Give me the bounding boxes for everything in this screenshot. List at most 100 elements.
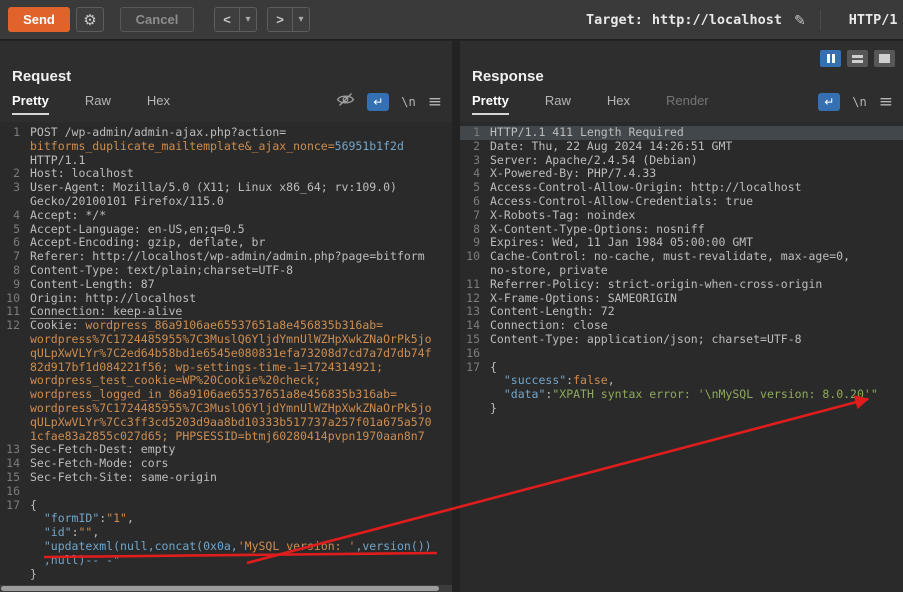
line-number: [0, 374, 30, 388]
code-row: 7 Referer: http://localhost/wp-admin/admi…: [0, 249, 452, 264]
layout-single-button[interactable]: [874, 50, 895, 67]
code-segment: X-Robots-Tag: noindex: [490, 208, 636, 222]
soft-wrap-toggle-icon[interactable]: ↵: [367, 93, 390, 111]
soft-wrap-toggle-icon[interactable]: ↵: [818, 93, 841, 111]
code-segment: wordpress%7C1724485955%7C3MuslQ6YljdYmnU…: [30, 401, 432, 415]
settings-button[interactable]: ⚙: [76, 7, 104, 32]
code-row: wordpress%7C1724485955%7C3MuslQ6YljdYmnU…: [0, 402, 452, 416]
code-line-text: Gecko/20100101 Firefox/115.0: [30, 195, 452, 209]
line-number: 8: [473, 221, 480, 236]
code-line-text: Accept-Encoding: gzip, deflate, br: [30, 236, 452, 250]
code-line-text: User-Agent: Mozilla/5.0 (X11; Linux x86_…: [30, 181, 452, 195]
response-editor[interactable]: 1 HTTP/1.1 411 Length Required 2 Date: Thu,…: [460, 122, 903, 592]
scrollbar-thumb[interactable]: [1, 586, 440, 591]
line-number: 6: [473, 193, 480, 208]
code-line-text: X-Robots-Tag: noindex: [490, 209, 903, 223]
code-row: 1 HTTP/1.1 411 Length Required: [460, 125, 903, 140]
code-line-text: Access-Control-Allow-Origin: http://loca…: [490, 181, 903, 195]
back-button[interactable]: <: [214, 7, 240, 32]
response-tab-hex[interactable]: Hex: [607, 93, 630, 113]
request-tab-hex[interactable]: Hex: [147, 93, 170, 113]
code-segment: Cache-Control: no-cache, must-revalidate…: [490, 250, 851, 264]
code-segment: ,: [92, 526, 100, 540]
line-number: 15: [466, 331, 480, 346]
code-row: Gecko/20100101 Firefox/115.0: [0, 195, 452, 209]
forward-button[interactable]: >: [267, 7, 293, 32]
code-segment: }: [30, 567, 37, 581]
code-segment: qULpXwVLYr%7C2ed64b58bd1e6545e080831efa7…: [30, 346, 432, 360]
code-segment: User-Agent: Mozilla/5.0 (X11; Linux x86_…: [30, 181, 397, 195]
code-segment: 82d917bf1d084221f56; wp-settings-time-1=…: [30, 360, 384, 374]
code-row: "formID":"1",: [0, 512, 452, 526]
columns-icon: [831, 54, 835, 63]
send-button[interactable]: Send: [8, 7, 70, 32]
line-number: 5: [473, 180, 480, 195]
response-tab-pretty[interactable]: Pretty: [472, 93, 509, 115]
code-row: qULpXwVLYr%7Cc3ff3cd5203d9aa8bd10333b517…: [0, 416, 452, 430]
cancel-button[interactable]: Cancel: [120, 7, 194, 32]
code-line-text: Cookie: wordpress_86a9106ae65537651a8e45…: [30, 319, 452, 333]
code-row: 11 Referrer-Policy: strict-origin-when-cr…: [460, 277, 903, 292]
code-line-text: Content-Length: 87: [30, 278, 452, 292]
code-row: 4 X-Powered-By: PHP/7.4.33: [460, 167, 903, 181]
request-editor[interactable]: 1 POST /wp-admin/admin-ajax.php?action= bi…: [0, 122, 452, 585]
code-segment: Referer: http://localhost/wp-admin/admin…: [30, 250, 425, 264]
code-row: 15 Content-Type: application/json; charse…: [460, 331, 903, 347]
editor-menu-icon[interactable]: ≡: [879, 92, 893, 112]
code-line-text: Referrer-Policy: strict-origin-when-cros…: [490, 278, 903, 292]
line-number: 14: [6, 456, 20, 471]
line-number: [0, 347, 30, 361]
code-segment: wordpress_86a9106ae65537651a8e456835b316…: [85, 319, 384, 333]
code-row: 8 Content-Type: text/plain;charset=UTF-8: [0, 262, 452, 278]
newline-toggle-icon[interactable]: \n: [852, 95, 866, 109]
code-segment: Accept-Encoding: gzip, deflate, br: [30, 236, 266, 250]
response-tab-render[interactable]: Render: [666, 93, 709, 113]
line-number: 9: [473, 235, 480, 250]
line-number: 12: [466, 290, 480, 305]
line-number: 8: [13, 262, 20, 277]
code-row: }: [460, 402, 903, 416]
code-line-text: POST /wp-admin/admin-ajax.php?action=: [30, 126, 452, 140]
target-value: http://localhost: [651, 12, 782, 28]
code-segment: "1": [106, 512, 127, 526]
http-version-selector[interactable]: HTTP/1: [849, 12, 898, 28]
code-segment: :: [71, 526, 79, 540]
request-tab-pretty[interactable]: Pretty: [12, 93, 49, 115]
code-line-text: Accept-Language: en-US,en;q=0.5: [30, 223, 452, 237]
code-line-text: X-Frame-Options: SAMEORIGIN: [490, 292, 903, 306]
newline-toggle-icon[interactable]: \n: [401, 95, 415, 109]
line-number: 17: [466, 359, 480, 374]
code-row: 9 Content-Length: 87: [0, 277, 452, 292]
line-number: [460, 402, 490, 416]
code-row: 3 User-Agent: Mozilla/5.0 (X11; Linux x86…: [0, 180, 452, 195]
layout-rows-button[interactable]: [847, 50, 868, 67]
code-line-text: qULpXwVLYr%7Cc3ff3cd5203d9aa8bd10333b517…: [30, 416, 452, 430]
code-row: wordpress_logged_in_86a9106ae65537651a8e…: [0, 388, 452, 402]
edit-target-pencil-icon[interactable]: ✎: [794, 12, 806, 29]
line-number: 2: [473, 138, 480, 153]
back-dropdown-button[interactable]: ▾: [240, 7, 257, 32]
horizontal-scrollbar[interactable]: [0, 585, 452, 592]
code-line-text: "formID":"1",: [30, 512, 452, 526]
burp-repeater-window: Send ⚙ Cancel < ▾ > ▾ Target: http://loc…: [0, 0, 903, 592]
response-tab-raw[interactable]: Raw: [545, 93, 571, 113]
code-segment: "data": [503, 388, 546, 402]
code-segment: qULpXwVLYr%7Cc3ff3cd5203d9aa8bd10333b517…: [30, 415, 432, 429]
code-line-text: Sec-Fetch-Dest: empty: [30, 443, 452, 457]
editor-menu-icon[interactable]: ≡: [428, 92, 442, 112]
line-number: 5: [13, 221, 20, 236]
request-tab-raw[interactable]: Raw: [85, 93, 111, 113]
code-line-text: "data":"XPATH syntax error: '\nMySQL ver…: [490, 388, 903, 402]
code-line-text: Referer: http://localhost/wp-admin/admin…: [30, 250, 452, 264]
chevron-down-icon: ▾: [298, 14, 304, 25]
layout-columns-button[interactable]: [820, 50, 841, 67]
eye-slash-icon[interactable]: [336, 92, 355, 112]
code-segment: HTTP/1.1: [30, 153, 86, 167]
line-number: [460, 264, 490, 278]
code-row: "updatexml(null,concat(0x0a,'MySQL versi…: [0, 540, 452, 554]
code-segment: false: [573, 374, 608, 388]
forward-dropdown-button[interactable]: ▾: [293, 7, 310, 32]
code-segment: Content-Type: text/plain;charset=UTF-8: [30, 263, 294, 277]
code-row: wordpress_test_cookie=WP%20Cookie%20chec…: [0, 374, 452, 388]
